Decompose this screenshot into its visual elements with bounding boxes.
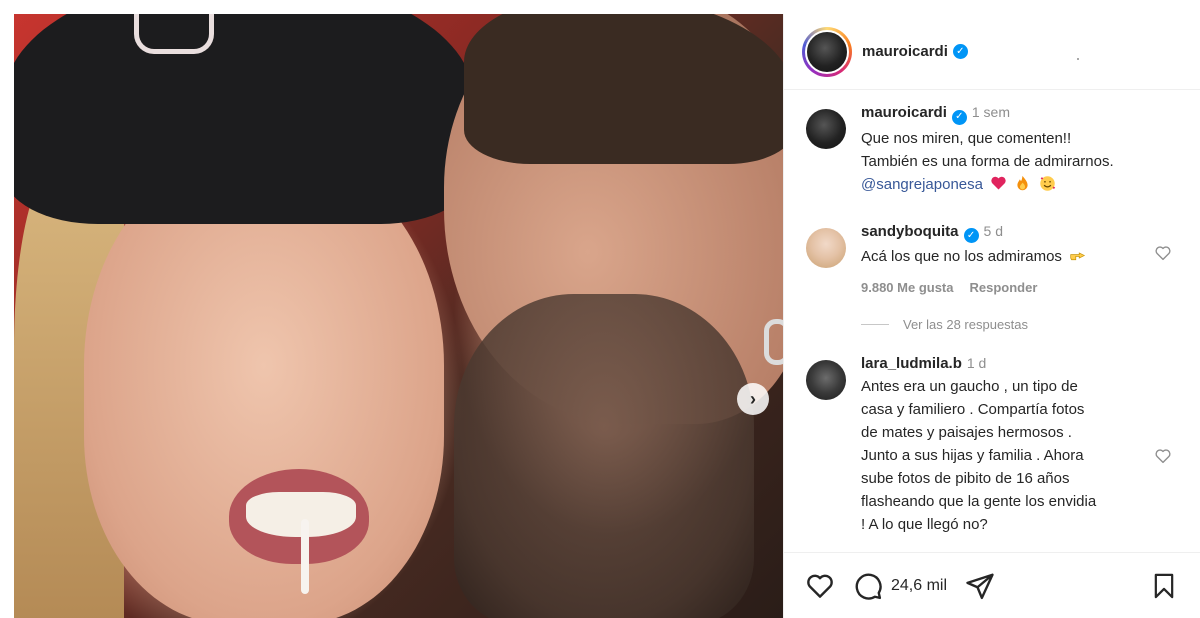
caption-time[interactable]: 1 sem <box>972 104 1010 120</box>
comment-line: Junto a sus hijas y familia . Ahora <box>861 447 1084 464</box>
verified-badge-icon: ✓ <box>951 109 967 125</box>
replies-divider <box>861 324 889 325</box>
view-replies-button[interactable]: Ver las 28 respuestas <box>784 317 1200 332</box>
comment-line: ! A lo que llegó no? <box>861 516 988 533</box>
pointing-hand-emoji-icon <box>1070 252 1086 261</box>
comment-avatar[interactable] <box>806 360 846 400</box>
comment-line: flasheando que la gente los envidia <box>861 493 1097 510</box>
next-photo-button[interactable]: › <box>737 383 769 415</box>
comment-item: lara_ludmila.b 1 d Antes era un gaucho , … <box>784 354 1200 536</box>
caption-mention-link[interactable]: @sangrejaponesa <box>861 176 983 193</box>
chevron-right-icon: › <box>750 388 756 409</box>
comment-likes[interactable]: 9.880 Me gusta <box>861 280 954 295</box>
photo-lollipop-stick <box>301 519 309 594</box>
photo-cap <box>14 14 474 224</box>
fire-emoji-icon <box>1017 175 1028 190</box>
author-username[interactable]: mauroicardi <box>862 43 948 60</box>
photo-hair-man <box>464 14 783 164</box>
caption-line-1: Que nos miren, que comenten!! <box>861 129 1072 147</box>
comment-header: sandyboquita ✓ 5 d <box>861 222 1152 243</box>
post-header: mauroicardi ✓ <box>784 14 1200 90</box>
post-photo[interactable] <box>14 14 783 618</box>
reply-button[interactable]: Responder <box>970 280 1038 295</box>
comment-text-content: Acá los que no los admiramos <box>861 248 1062 265</box>
comment-username[interactable]: lara_ludmila.b <box>861 355 962 372</box>
comment-line: casa y familiero . Compartía fotos <box>861 401 1085 418</box>
separator-dot <box>1077 58 1079 60</box>
caption-comment: mauroicardi ✓ 1 sem Que nos miren, que com… <box>784 103 1200 196</box>
comment-avatar[interactable] <box>806 227 846 268</box>
post-side-panel: mauroicardi ✓ mauroicardi ✓ 1 sem Que nos … <box>783 14 1200 618</box>
post-actions-bar: 24,6 mil <box>784 552 1200 618</box>
verified-badge-icon: ✓ <box>963 228 979 243</box>
post-photo-area: › <box>0 0 783 618</box>
view-replies-label: Ver las 28 respuestas <box>903 317 1029 332</box>
comment-username[interactable]: sandyboquita <box>861 223 959 240</box>
caption-username[interactable]: mauroicardi <box>861 104 947 121</box>
comments-list[interactable]: mauroicardi ✓ 1 sem Que nos miren, que com… <box>784 91 1200 553</box>
comment-header: lara_ludmila.b 1 d <box>861 354 1152 373</box>
heart-outline-icon[interactable] <box>1154 244 1172 262</box>
heart-icon <box>807 574 833 598</box>
comment-text: Acá los que no los admiramos <box>861 245 1152 268</box>
share-button[interactable] <box>965 571 995 601</box>
photo-beard <box>454 294 754 618</box>
smiling-face-hearts-emoji-icon <box>1039 175 1055 191</box>
comment-button[interactable]: 24,6 mil <box>853 571 947 601</box>
comment-icon <box>855 573 882 600</box>
cap-logo <box>134 14 214 54</box>
caption-line-2: También es una forma de admirarnos. <box>861 152 1114 170</box>
comment-time[interactable]: 5 d <box>984 223 1003 239</box>
heart-outline-icon[interactable] <box>1154 447 1172 465</box>
caption-text: Que nos miren, que comenten!! También es… <box>861 127 1152 196</box>
comment-meta: 9.880 Me gusta Responder <box>861 280 1152 295</box>
bookmark-icon <box>1154 573 1174 599</box>
comment-line: de mates y paisajes hermosos . <box>861 424 1072 441</box>
like-button[interactable] <box>805 571 835 601</box>
paper-plane-icon <box>966 573 994 599</box>
comment-line: Antes era un gaucho , un tipo de <box>861 378 1078 395</box>
caption-header: mauroicardi ✓ 1 sem <box>861 103 1152 125</box>
author-avatar-ring[interactable] <box>802 26 852 77</box>
caption-avatar[interactable] <box>806 109 846 149</box>
comment-item: sandyboquita ✓ 5 d Acá los que no los admi… <box>784 222 1200 295</box>
save-button[interactable] <box>1150 572 1178 605</box>
comment-line: sube fotos de pibito de 16 años <box>861 470 1070 487</box>
heart-emoji-icon <box>991 176 1006 189</box>
caption-line-3: @sangrejaponesa <box>861 173 1152 196</box>
verified-badge-icon: ✓ <box>952 44 968 59</box>
comment-text: Antes era un gaucho , un tipo de casa y … <box>861 375 1152 536</box>
comment-time[interactable]: 1 d <box>967 355 986 371</box>
author-avatar <box>805 29 849 74</box>
photo-earring <box>764 319 783 365</box>
comment-count: 24,6 mil <box>891 576 948 594</box>
